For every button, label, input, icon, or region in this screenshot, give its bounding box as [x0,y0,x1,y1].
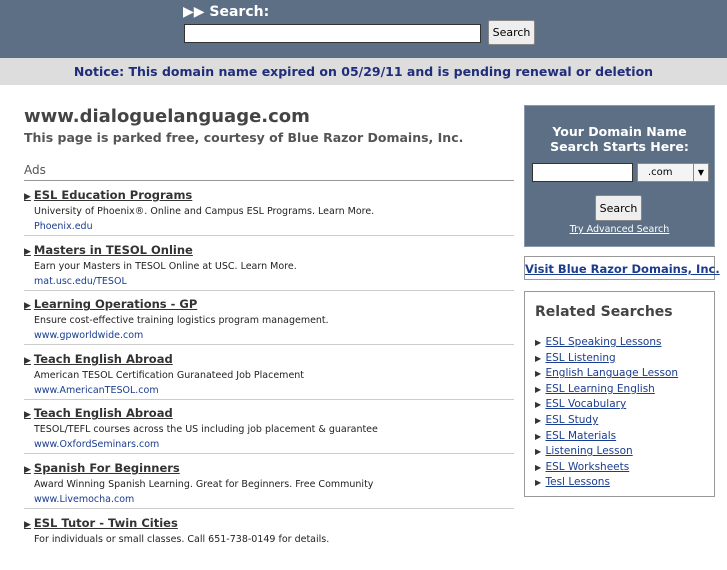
ads-list: ▶ ESL Education Programs University of Ph… [24,188,514,570]
ad-title-link[interactable]: Teach English Abroad [34,352,173,366]
ad-description: TESOL/TEFL courses across the US includi… [34,424,378,436]
ad-item: ▶ ESL Tutor - Twin Cities For individuals… [24,516,514,570]
list-item: ▶ English Language Lesson [535,366,714,382]
ad-url-link[interactable]: www.OxfordSeminars.com [24,438,514,455]
ad-description: Award Winning Spanish Learning. Great fo… [34,478,374,490]
triangle-right-icon: ▶ [24,355,31,366]
ad-description: For individuals or small classes. Call 6… [34,533,330,545]
triangle-right-icon: ▶ [535,431,542,441]
list-item: ▶ Tesl Lessons [535,475,714,491]
domain-search-box: Your Domain Name Search Starts Here: .co… [524,105,715,247]
related-searches-list: ▶ ESL Speaking Lessons ▶ ESL Listening ▶… [535,335,714,491]
related-searches-box: Related Searches ▶ ESL Speaking Lessons … [524,291,715,497]
ad-title-link[interactable]: Learning Operations - GP [34,297,197,311]
ad-item: ▶ Masters in TESOL Online Earn your Maste… [24,243,514,298]
related-search-link[interactable]: ESL Learning English [546,383,655,395]
list-item: ▶ ESL Study [535,413,714,429]
ad-url-link[interactable]: www.AmericanTESOL.com [24,384,514,400]
ad-title-link[interactable]: ESL Education Programs [34,188,192,202]
ad-url-link[interactable]: mat.usc.edu/TESOL [24,275,514,291]
ad-title-link[interactable]: ESL Tutor - Twin Cities [34,516,178,530]
related-search-link[interactable]: ESL Study [546,414,599,426]
visit-blue-razor-link[interactable]: Visit Blue Razor Domains, Inc. [524,256,720,280]
tld-selected-value: .com [648,167,673,178]
ad-item: ▶ Teach English Abroad American TESOL Cer… [24,352,514,407]
list-item: ▶ ESL Speaking Lessons [535,335,714,351]
triangle-right-icon: ▶ [535,462,542,472]
triangle-right-icon: ▶ [535,447,542,457]
list-item: ▶ ESL Learning English [535,382,714,398]
top-search-bar: ▶▶ Search: Search [0,0,727,58]
ad-url-link[interactable]: Phoenix.edu [24,220,514,236]
ad-item: ▶ Teach English Abroad TESOL/TEFL courses… [24,406,514,461]
related-searches-heading: Related Searches [535,304,673,320]
ad-description: Ensure cost-effective training logistics… [34,315,329,327]
triangle-right-icon: ▶ [535,478,542,488]
domain-search-heading: Your Domain Name Search Starts Here: [550,124,689,154]
related-search-link[interactable]: ESL Listening [546,352,616,364]
advanced-search-link[interactable]: Try Advanced Search [525,224,714,235]
related-search-link[interactable]: ESL Materials [546,430,617,442]
triangle-right-icon: ▶ [535,338,542,347]
ad-description: American TESOL Certification Guranateed … [34,369,305,381]
expiry-notice: Notice: This domain name expired on 05/2… [0,58,727,85]
ad-title-link[interactable]: Teach English Abroad [34,406,173,420]
ad-description: University of Phoenix®. Online and Campu… [34,206,375,217]
triangle-right-icon: ▶ [24,410,31,421]
triangle-right-icon: ▶ [535,384,542,394]
domain-search-input[interactable] [532,163,633,182]
related-search-link[interactable]: ESL Vocabulary [546,398,627,410]
related-search-link[interactable]: English Language Lesson [546,367,679,379]
list-item: ▶ ESL Materials [535,429,714,445]
triangle-right-icon: ▶ [24,301,31,312]
triangle-right-icon: ▶ [535,353,542,363]
domain-search-button[interactable]: Search [595,195,642,221]
related-search-link[interactable]: ESL Worksheets [546,461,630,473]
triangle-right-icon: ▶ [535,369,542,379]
list-item: ▶ ESL Listening [535,351,714,367]
ad-url-link[interactable]: www.gpworldwide.com [24,329,514,346]
ad-item: ▶ Learning Operations - GP Ensure cost-ef… [24,297,514,352]
related-search-link[interactable]: Tesl Lessons [546,476,610,488]
ad-item: ▶ ESL Education Programs University of Ph… [24,188,514,243]
list-item: ▶ ESL Vocabulary [535,397,714,413]
dropdown-arrow-icon[interactable]: ▼ [693,164,708,181]
list-item: ▶ Listening Lesson [535,444,714,460]
top-search-input[interactable] [184,24,481,43]
triangle-right-icon: ▶ [24,192,31,202]
list-item: ▶ ESL Worksheets [535,460,714,476]
parked-notice: This page is parked free, courtesy of Bl… [24,130,464,145]
tld-select[interactable]: .com ▼ [637,163,709,182]
triangle-right-icon: ▶ [535,400,542,410]
search-label: ▶▶ Search: [183,4,270,20]
ads-heading: Ads [24,163,514,181]
domain-title: www.dialoguelanguage.com [24,106,310,127]
triangle-right-icon: ▶ [535,415,542,425]
ad-item: ▶ Spanish For Beginners Award Winning Spa… [24,461,514,516]
ad-title-link[interactable]: Spanish For Beginners [34,461,180,475]
ad-description: Earn your Masters in TESOL Online at USC… [34,260,297,272]
ad-url-link[interactable]: www.Livemocha.com [24,493,514,509]
triangle-right-icon: ▶ [24,519,31,530]
related-search-link[interactable]: Listening Lesson [546,445,633,457]
triangle-right-icon: ▶ [24,464,31,475]
ad-title-link[interactable]: Masters in TESOL Online [34,243,193,257]
triangle-right-icon: ▶ [24,246,31,257]
related-search-link[interactable]: ESL Speaking Lessons [546,336,662,348]
top-search-button[interactable]: Search [488,20,535,45]
